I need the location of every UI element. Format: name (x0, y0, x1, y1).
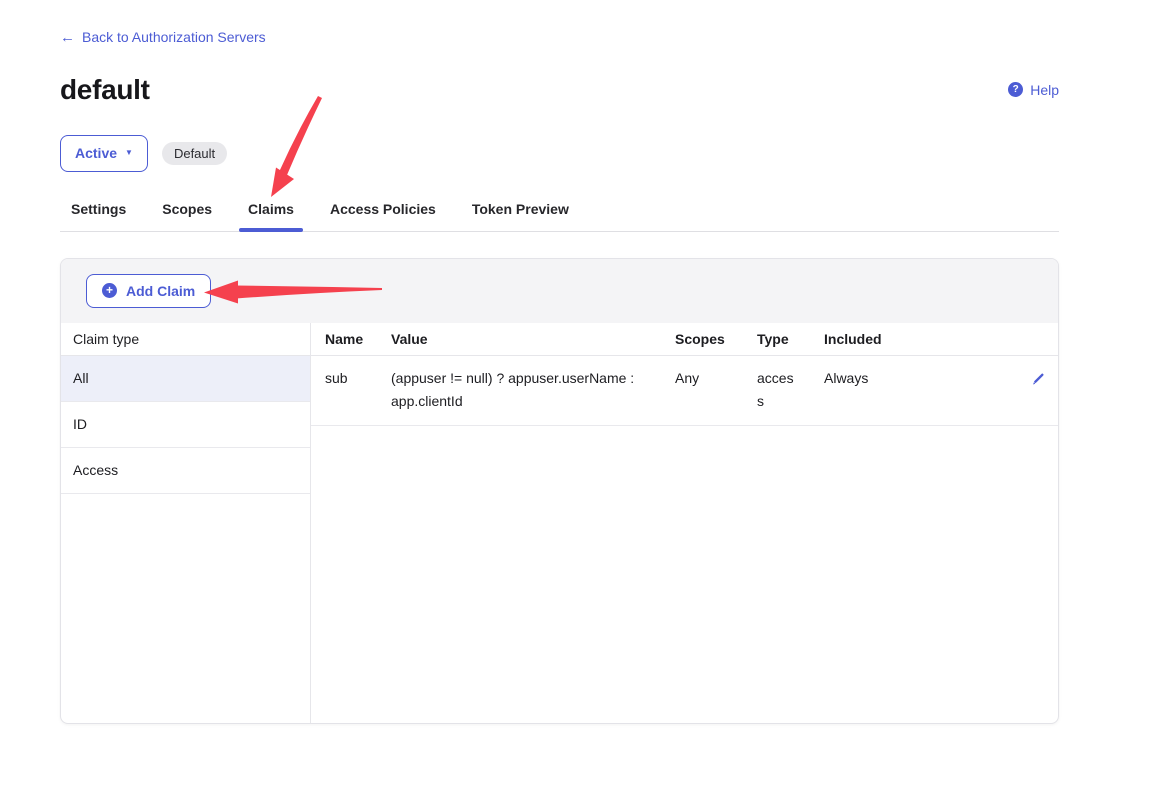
claims-table-header-row: Name Value Scopes Type Included (311, 323, 1058, 356)
column-header-type: Type (757, 331, 824, 347)
claim-type-list-header: Claim type (61, 323, 310, 356)
help-link[interactable]: ? Help (1008, 82, 1059, 98)
tab-bar: Settings Scopes Claims Access Policies T… (60, 195, 1059, 232)
add-claim-button-label: Add Claim (126, 283, 195, 299)
help-link-label: Help (1030, 82, 1059, 98)
default-badge: Default (162, 142, 227, 165)
claim-type-item-all[interactable]: All (61, 356, 310, 402)
claim-type-item-id[interactable]: ID (61, 402, 310, 448)
claims-panel: + Add Claim Claim type All ID Access Nam… (60, 258, 1059, 724)
claim-type-item-access[interactable]: Access (61, 448, 310, 494)
tab-claims[interactable]: Claims (239, 195, 303, 231)
chevron-down-icon: ▼ (125, 149, 133, 157)
claim-value-cell: (appuser != null) ? appuser.userName : a… (391, 367, 675, 413)
column-header-included: Included (824, 331, 1018, 347)
table-row: sub (appuser != null) ? appuser.userName… (311, 356, 1058, 426)
claims-panel-body: Claim type All ID Access Name Value Scop… (61, 323, 1058, 723)
title-row: default ? Help (60, 74, 1059, 106)
claims-table: Name Value Scopes Type Included sub (app… (311, 323, 1058, 723)
back-to-authorization-servers-link[interactable]: ← Back to Authorization Servers (60, 29, 266, 45)
status-row: Active ▼ Default (60, 135, 1059, 172)
claim-type-list: Claim type All ID Access (61, 323, 311, 723)
page-title: default (60, 74, 150, 106)
column-header-value: Value (391, 331, 675, 347)
back-arrow-icon: ← (60, 30, 75, 45)
claim-included-cell: Always (824, 367, 1018, 390)
column-header-name: Name (325, 331, 391, 347)
tab-settings[interactable]: Settings (62, 195, 135, 231)
tab-access-policies[interactable]: Access Policies (321, 195, 445, 231)
edit-claim-icon[interactable] (1030, 371, 1046, 394)
active-status-dropdown[interactable]: Active ▼ (60, 135, 148, 172)
active-status-label: Active (75, 145, 117, 161)
claim-name-cell: sub (325, 367, 391, 390)
add-claim-button[interactable]: + Add Claim (86, 274, 211, 308)
column-header-scopes: Scopes (675, 331, 757, 347)
claims-panel-toolbar: + Add Claim (61, 259, 1058, 323)
authorization-server-page: ← Back to Authorization Servers default … (0, 0, 1158, 808)
help-icon: ? (1008, 82, 1023, 97)
tab-token-preview[interactable]: Token Preview (463, 195, 578, 231)
back-link-label: Back to Authorization Servers (82, 29, 266, 45)
plus-icon: + (102, 283, 117, 298)
claim-scopes-cell: Any (675, 367, 757, 390)
claim-type-cell: access (757, 367, 824, 413)
tab-scopes[interactable]: Scopes (153, 195, 221, 231)
